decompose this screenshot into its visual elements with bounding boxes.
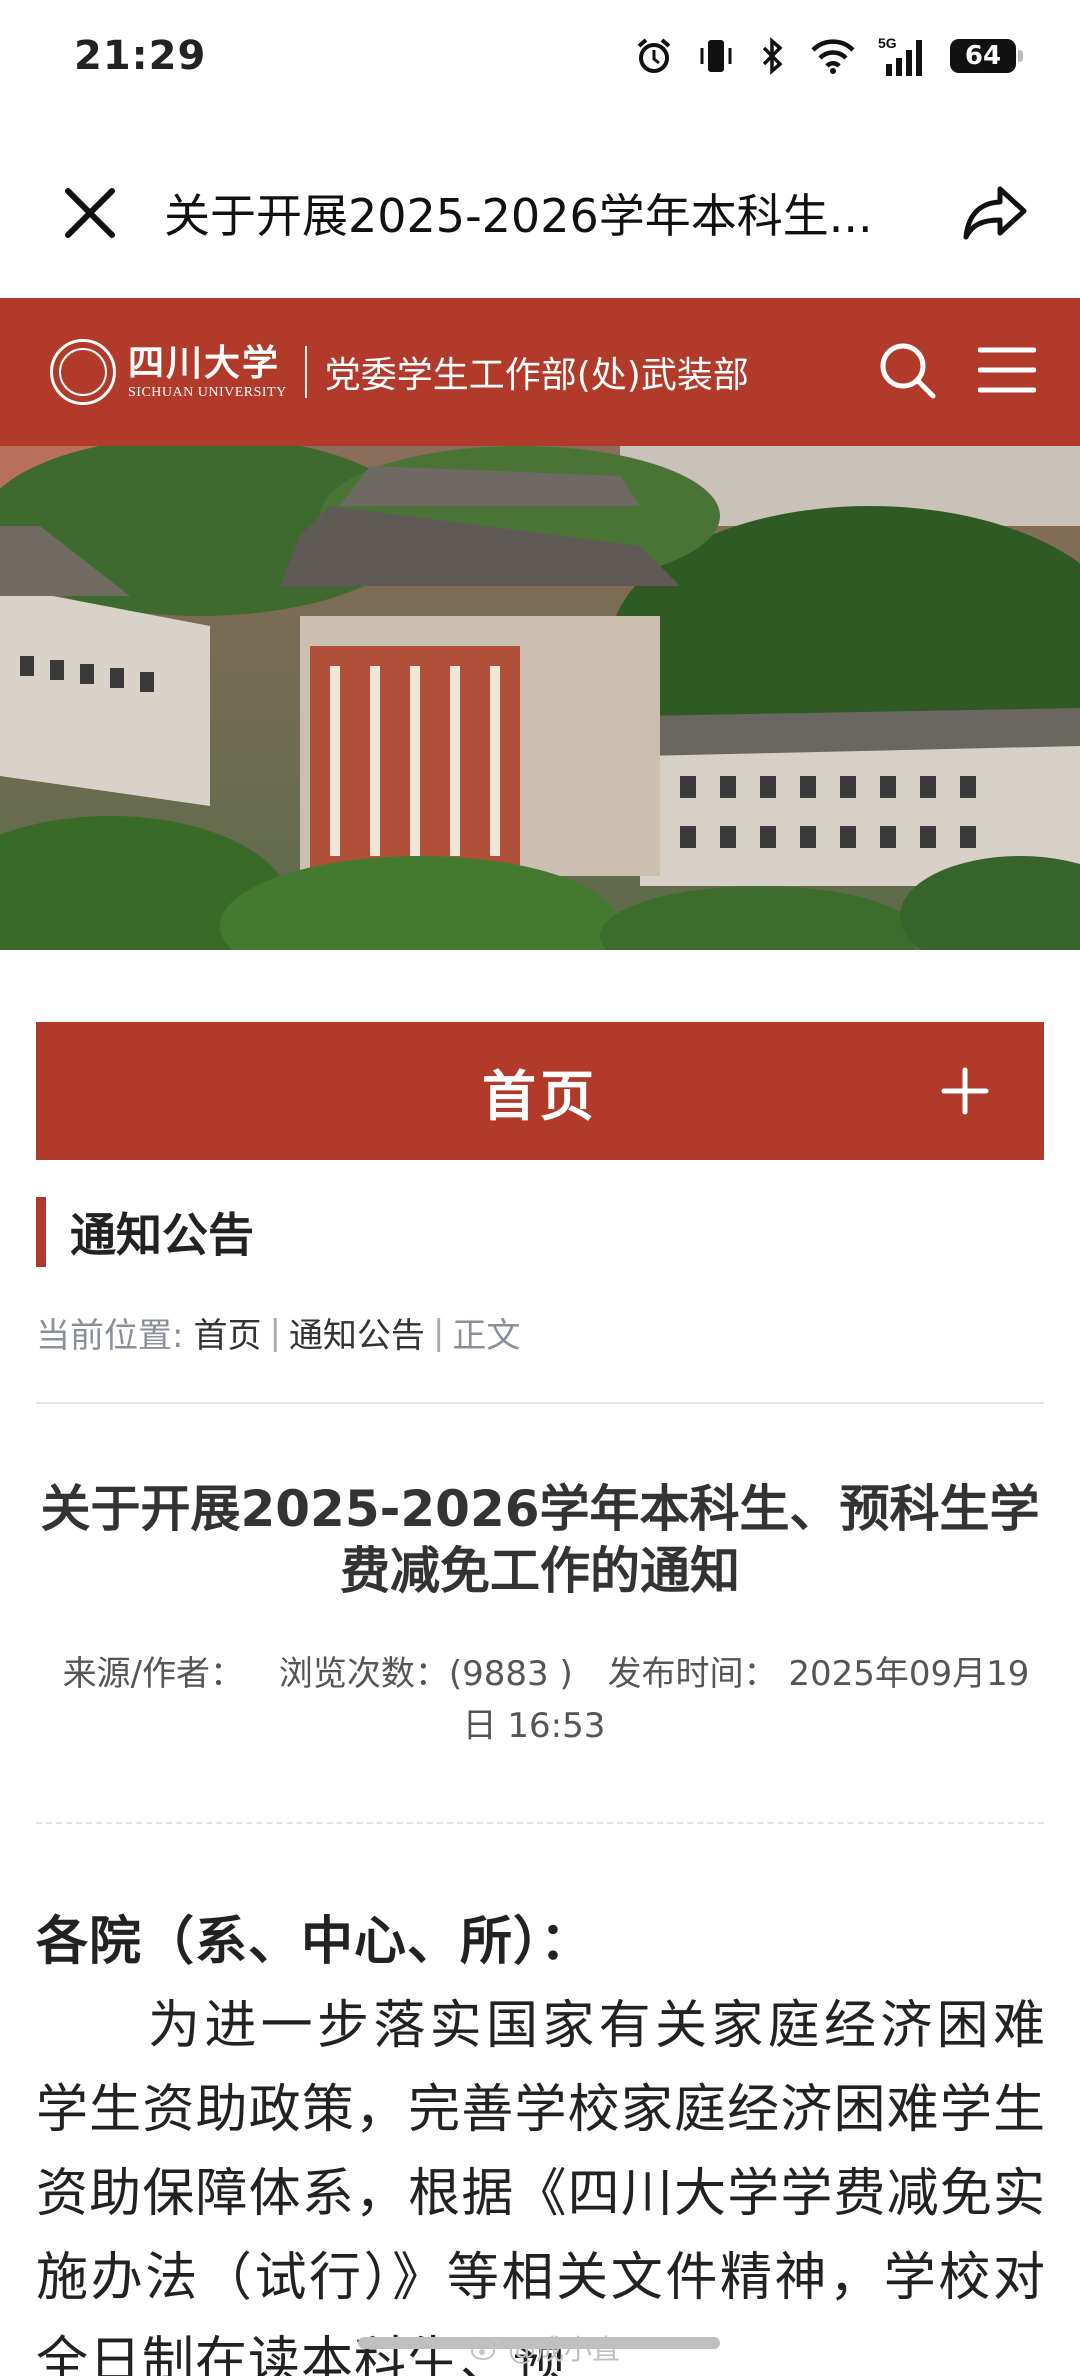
breadcrumb-notices-link[interactable]: 通知公告 [289, 1308, 425, 1357]
logo-en: SICHUAN UNIVERSITY [128, 385, 287, 400]
breadcrumb-home-link[interactable]: 首页 [193, 1308, 261, 1357]
webview-title-bar: 关于开展2025-2026学年本科生... [0, 148, 1080, 278]
divider [36, 1402, 1044, 1404]
menu-button[interactable] [977, 345, 1037, 399]
divider-dashed [36, 1822, 1044, 1824]
vibrate-icon [696, 34, 736, 78]
section-heading: 通知公告 [36, 1196, 254, 1268]
article-body: 各院（系、中心、所）： 为进一步落实国家有关家庭经济困难学生资助政策，完善学校家… [36, 1900, 1046, 2376]
share-button[interactable] [960, 178, 1030, 248]
hamburger-menu-icon [977, 347, 1037, 393]
article-meta: 来源/作者： 浏览次数：(9883 ) 发布时间： 2025年09月19日 16… [36, 1648, 1044, 1752]
close-icon [65, 188, 115, 238]
close-button[interactable] [60, 183, 120, 243]
breadcrumb: 当前位置: 首页 | 通知公告 | 正文 [36, 1308, 520, 1357]
share-icon [963, 186, 1027, 240]
article-title: 关于开展2025-2026学年本科生、预科生学费减免工作的通知 [40, 1480, 1040, 1600]
section-accent-bar [36, 1197, 46, 1267]
status-time: 21:29 [74, 33, 207, 79]
alarm-icon [634, 34, 674, 78]
bluetooth-icon [758, 34, 788, 78]
department-name: 党委学生工作部(处)武装部 [324, 355, 749, 396]
weibo-logo-icon [471, 2337, 499, 2360]
watermark: @成小直 [470, 2328, 620, 2368]
signal-icon: 5G [878, 34, 928, 78]
expand-menu-button[interactable] [936, 1062, 994, 1120]
webview-title: 关于开展2025-2026学年本科生... [164, 189, 873, 243]
search-icon [880, 343, 936, 399]
meta-source: 来源/作者： [62, 1654, 245, 1694]
plus-icon [941, 1067, 989, 1115]
nav-home-bar[interactable]: 首页 [36, 1022, 1044, 1160]
wifi-icon [810, 34, 856, 78]
university-seal-icon [50, 339, 116, 405]
university-logo[interactable]: 四川大学 SICHUAN UNIVERSITY [50, 339, 287, 405]
breadcrumb-current: 正文 [452, 1316, 521, 1356]
watermark-text: @成小直 [508, 2333, 621, 2366]
header-divider [304, 346, 307, 398]
site-header: 四川大学 SICHUAN UNIVERSITY 党委学生工作部(处)武装部 [0, 298, 1080, 446]
nav-home-label: 首页 [482, 1064, 598, 1128]
section-title: 通知公告 [70, 1208, 254, 1262]
page: 21:29 5G 64 关于开展2025-2026学年本科生... 四川大学 S… [0, 0, 1080, 2376]
hero-banner-image [0, 446, 1080, 950]
breadcrumb-prefix: 当前位置: [36, 1316, 184, 1356]
meta-views: 浏览次数：(9883 ) [278, 1654, 573, 1694]
status-icons: 5G 64 [634, 34, 1023, 78]
battery-indicator: 64 [950, 39, 1023, 73]
logo-cn: 四川大学 [128, 342, 281, 384]
network-type: 5G [878, 35, 897, 51]
article-paragraph: 为进一步落实国家有关家庭经济困难学生资助政策，完善学校家庭经济困难学生资助保障体… [36, 1996, 1046, 2376]
status-bar: 21:29 5G 64 [0, 0, 1080, 112]
article-salutation: 各院（系、中心、所）： [36, 1912, 594, 1972]
search-button[interactable] [876, 339, 938, 405]
